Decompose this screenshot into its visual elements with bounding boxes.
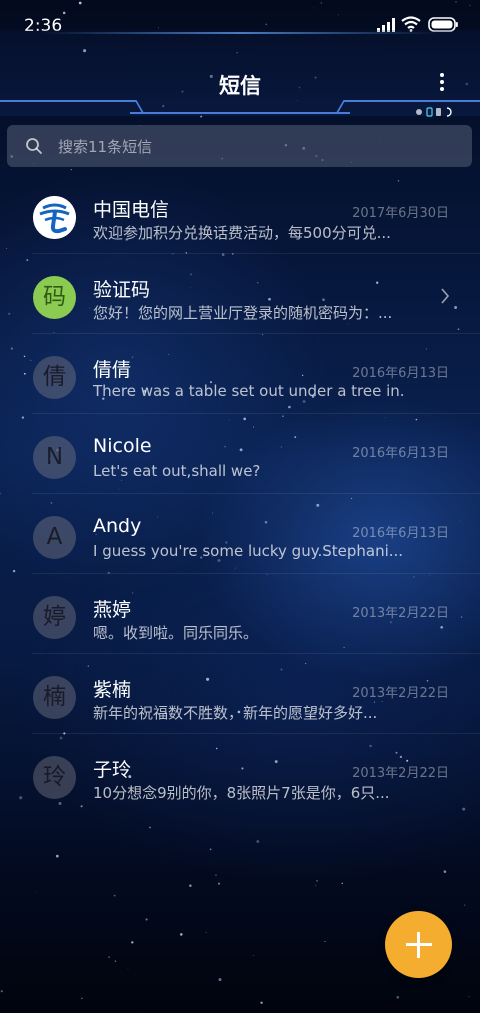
star — [341, 882, 344, 885]
star — [260, 1001, 263, 1004]
message-preview: 您好！您的网上营业厅登录的随机密码为：... — [93, 304, 393, 322]
contact-name: 紫楠 — [93, 679, 132, 701]
conversation-item[interactable]: N Nicole 2016年6月13日 Let's eat out,shall … — [0, 414, 480, 494]
header-decoration-icon — [416, 107, 452, 117]
contact-name: Andy — [93, 515, 142, 537]
avatar: 码 — [33, 276, 76, 319]
message-date: 2013年2月22日 — [352, 686, 449, 701]
star — [443, 870, 447, 873]
star — [180, 933, 183, 936]
avatar: N — [33, 436, 76, 479]
star — [205, 932, 207, 934]
search-icon — [26, 138, 42, 154]
message-preview: 10分想念9别的你，8张照片7张是你，6只... — [93, 784, 390, 802]
star — [127, 968, 129, 970]
star — [256, 840, 260, 843]
star — [189, 884, 192, 887]
conversation-item[interactable]: 倩 倩倩 2016年6月13日 There was a table set ou… — [0, 334, 480, 414]
conversation-item[interactable]: 婷 燕婷 2013年2月22日 嗯。收到啦。同乐同乐。 — [0, 574, 480, 654]
contact-name: 倩倩 — [93, 359, 132, 381]
star — [131, 941, 134, 944]
new-message-button[interactable] — [385, 911, 452, 978]
message-preview: There was a table set out under a tree i… — [93, 382, 403, 400]
message-preview: 新年的祝福数不胜数，新年的愿望好多好... — [93, 704, 378, 722]
message-preview: Let's eat out,shall we? — [93, 462, 261, 480]
star — [253, 954, 254, 956]
star — [324, 940, 326, 942]
conversation-item[interactable]: 玲 子玲 2013年2月22日 10分想念9别的你，8张照片7张是你，6只... — [0, 734, 480, 814]
message-preview: 嗯。收到啦。同乐同乐。 — [93, 624, 259, 642]
header-glow-line — [40, 32, 440, 34]
message-preview: I guess you're some lucky guy.Stephani..… — [93, 542, 403, 560]
message-date: 2016年6月13日 — [352, 446, 449, 461]
star — [315, 884, 317, 886]
contact-name: 子玲 — [93, 759, 132, 781]
conversation-item[interactable]: A Andy 2016年6月13日 I guess you're some lu… — [0, 494, 480, 574]
star — [114, 960, 117, 962]
message-date: 2016年6月13日 — [352, 366, 449, 381]
chevron-right-icon[interactable] — [440, 288, 450, 304]
message-date: 2016年6月13日 — [352, 526, 449, 541]
star — [468, 995, 470, 998]
avatar: 倩 — [33, 356, 76, 399]
contact-name: 中国电信 — [93, 199, 170, 221]
star — [36, 892, 38, 893]
star — [396, 996, 400, 999]
star — [80, 997, 83, 1000]
contact-name: 燕婷 — [93, 599, 132, 621]
message-date: 2013年2月22日 — [352, 606, 449, 621]
star — [209, 848, 212, 851]
conversation-item[interactable]: 码 验证码 您好！您的网上营业厅登录的随机密码为：... — [0, 254, 480, 334]
star — [108, 956, 110, 958]
conversation-item[interactable]: 楠 紫楠 2013年2月22日 新年的祝福数不胜数，新年的愿望好多好... — [0, 654, 480, 734]
star — [217, 882, 221, 885]
page-title: 短信 — [219, 74, 261, 98]
header-bracket-left — [0, 100, 144, 112]
star — [464, 904, 466, 906]
star — [316, 880, 318, 882]
message-date: 2013年2月22日 — [352, 766, 449, 781]
search-input[interactable]: 搜索11条短信 — [7, 125, 472, 167]
contact-name: 验证码 — [93, 279, 151, 301]
message-preview: 欢迎参加积分兑换话费活动，每500分可兑... — [93, 224, 391, 242]
plus-icon-vertical — [417, 932, 420, 958]
avatar: 婷 — [33, 596, 76, 639]
star — [113, 894, 116, 897]
star — [55, 854, 59, 858]
star — [0, 990, 3, 993]
star — [218, 978, 222, 982]
star — [70, 168, 72, 171]
conversation-list: 中国电信 2017年6月30日 欢迎参加积分兑换话费活动，每500分可兑... … — [0, 174, 480, 814]
message-date: 2017年6月30日 — [352, 206, 449, 221]
contact-name: Nicole — [93, 435, 152, 457]
search-placeholder: 搜索11条短信 — [58, 138, 153, 156]
header-underline — [130, 112, 350, 114]
star — [140, 1011, 142, 1012]
star — [149, 826, 151, 829]
star — [215, 874, 217, 876]
avatar: 楠 — [33, 676, 76, 719]
conversation-item[interactable]: 中国电信 2017年6月30日 欢迎参加积分兑换话费活动，每500分可兑... — [0, 174, 480, 254]
china-telecom-logo-icon — [33, 196, 76, 239]
china-telecom-logo-avatar — [33, 196, 76, 239]
avatar: 玲 — [33, 756, 76, 799]
avatar: A — [33, 516, 76, 559]
star — [145, 918, 148, 921]
more-options-icon[interactable] — [432, 70, 452, 96]
